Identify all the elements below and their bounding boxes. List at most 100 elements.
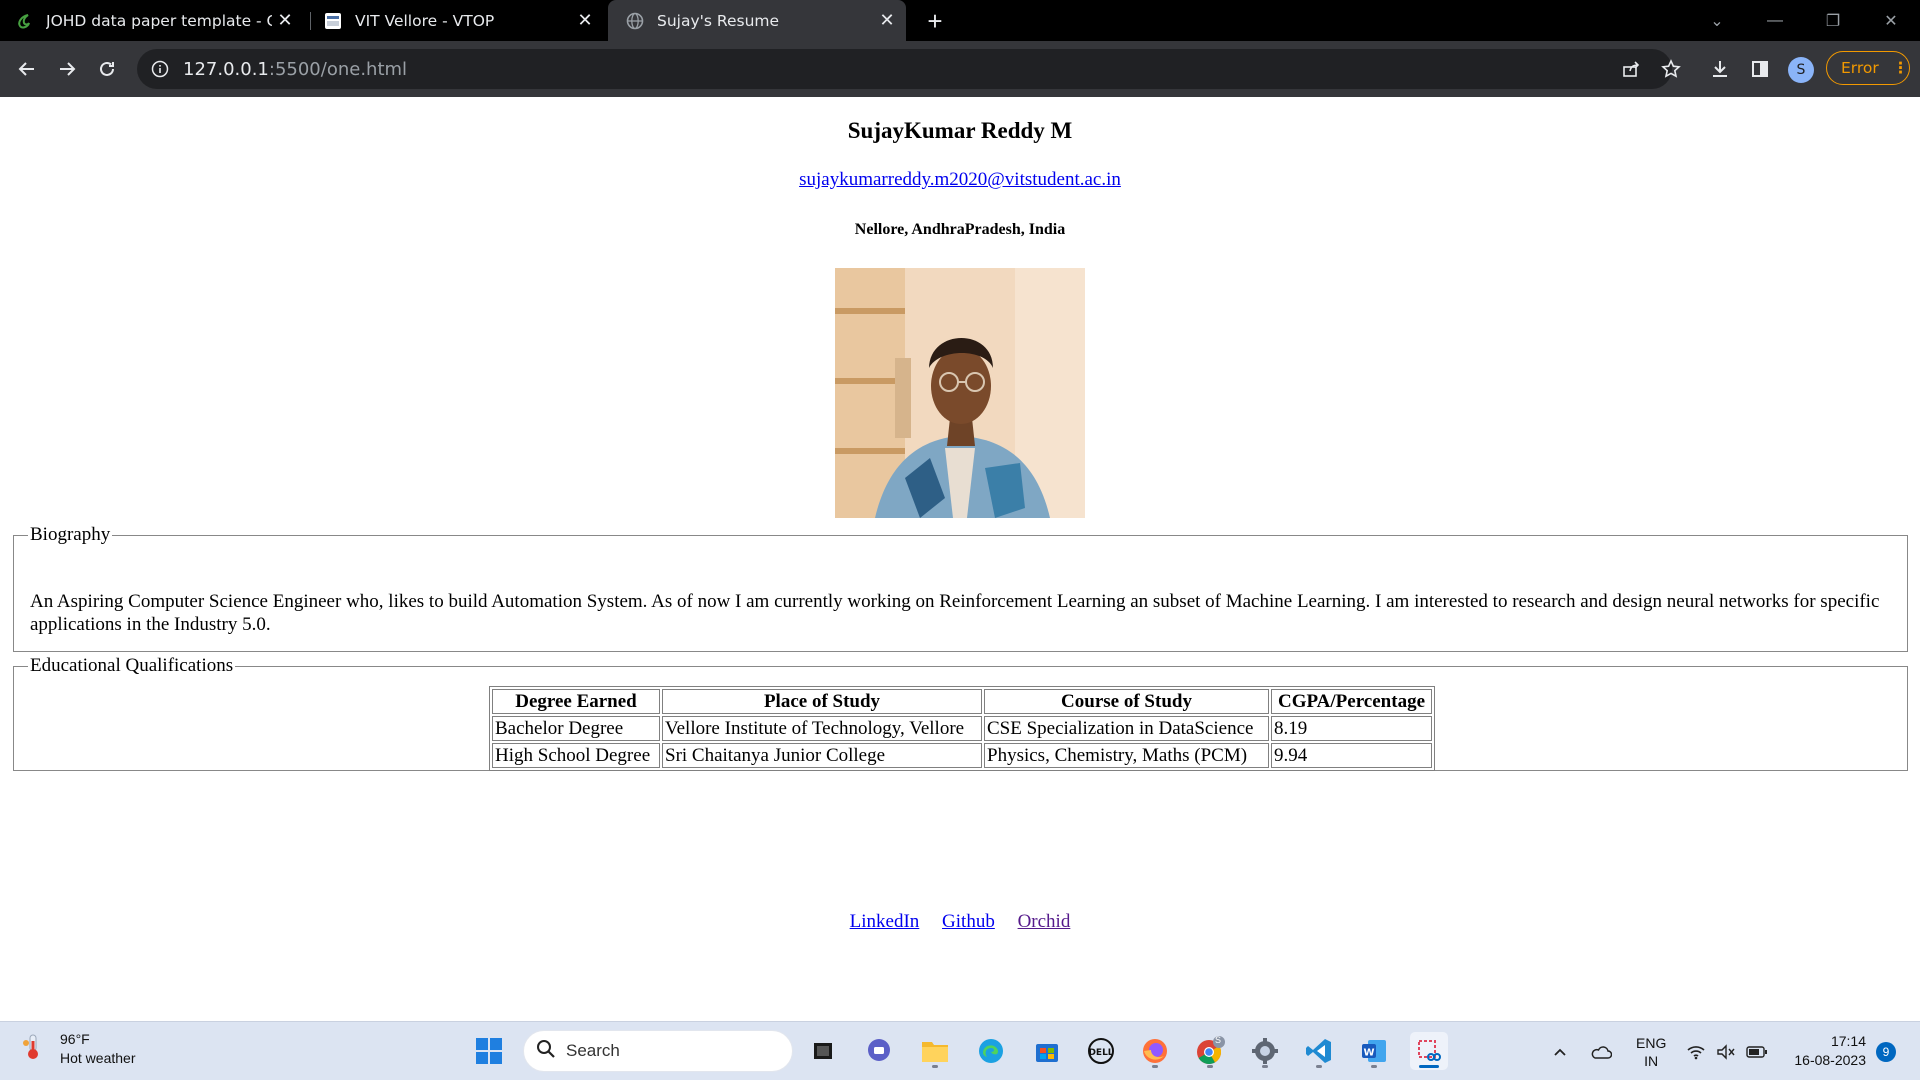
- site-info-icon[interactable]: [149, 58, 171, 80]
- battery-icon[interactable]: [1746, 1022, 1768, 1080]
- weather-widget[interactable]: 96°F Hot weather: [22, 1030, 135, 1068]
- svg-text:W: W: [1363, 1048, 1374, 1059]
- browser-toolbar: 127.0.0.1:5500/one.html S Error ⋮: [0, 41, 1920, 97]
- column-header: Place of Study: [662, 689, 982, 714]
- word-icon[interactable]: W: [1355, 1032, 1393, 1070]
- table-cell: High School Degree: [492, 743, 660, 768]
- kebab-menu-icon: ⋮: [1892, 59, 1909, 77]
- bookmark-star-icon[interactable]: [1657, 55, 1685, 83]
- tab-title: VIT Vellore - VTOP: [355, 11, 495, 30]
- taskbar-search[interactable]: Search: [523, 1030, 793, 1072]
- orchid-link[interactable]: Orchid: [1018, 911, 1071, 932]
- language-indicator[interactable]: ENG IN: [1636, 1022, 1666, 1080]
- close-tab-icon[interactable]: ✕: [272, 8, 298, 34]
- store-icon[interactable]: [1028, 1032, 1066, 1070]
- address-bar[interactable]: 127.0.0.1:5500/one.html: [137, 49, 1681, 89]
- side-panel-icon[interactable]: [1746, 55, 1774, 83]
- svg-text:DELL: DELL: [1088, 1048, 1113, 1058]
- start-button[interactable]: [470, 1032, 508, 1070]
- search-icon: [536, 1039, 556, 1064]
- vtop-icon: [323, 11, 343, 31]
- file-explorer-icon[interactable]: [916, 1032, 954, 1070]
- teams-chat-icon[interactable]: [860, 1032, 898, 1070]
- share-icon[interactable]: [1617, 55, 1645, 83]
- email-link[interactable]: sujaykumarreddy.m2020@vitstudent.ac.in: [799, 169, 1121, 190]
- weather-temp: 96°F: [60, 1031, 90, 1047]
- vscode-icon[interactable]: [1300, 1032, 1338, 1070]
- table-cell: Physics, Chemistry, Maths (PCM): [984, 743, 1269, 768]
- education-legend: Educational Qualifications: [30, 655, 234, 676]
- close-tab-icon[interactable]: ✕: [874, 8, 900, 34]
- hidden-icons-chevron[interactable]: [1552, 1022, 1568, 1080]
- chrome-profile-badge: S: [1215, 1035, 1222, 1045]
- new-tab-button[interactable]: +: [920, 6, 950, 36]
- email-line: sujaykumarreddy.m2020@vitstudent.ac.in: [0, 169, 1920, 191]
- url-path: :5500/one.html: [268, 58, 408, 80]
- search-label: Search: [566, 1041, 620, 1060]
- notification-badge[interactable]: 9: [1876, 1042, 1896, 1062]
- location: Nellore, AndhraPradesh, India: [854, 221, 1066, 238]
- restore-icon[interactable]: ❐: [1804, 0, 1862, 41]
- clock-date: 16-08-2023: [1794, 1052, 1866, 1068]
- social-links: LinkedIn Github Orchid: [0, 911, 1920, 933]
- column-header: Degree Earned: [492, 689, 660, 714]
- weather-text: 96°F Hot weather: [60, 1030, 135, 1068]
- firefox-icon[interactable]: [1136, 1032, 1174, 1070]
- tab-divider: [310, 12, 311, 30]
- table-cell: 8.19: [1271, 716, 1432, 741]
- linkedin-link[interactable]: LinkedIn: [850, 911, 920, 932]
- github-link[interactable]: Github: [942, 911, 995, 932]
- thermometer-icon: [22, 1033, 44, 1066]
- table-cell: CSE Specialization in DataScience: [984, 716, 1269, 741]
- settings-gear-icon[interactable]: [1246, 1032, 1284, 1070]
- wifi-icon[interactable]: [1686, 1022, 1706, 1080]
- globe-icon: [625, 11, 645, 31]
- tab-search-icon[interactable]: ⌄: [1688, 0, 1746, 41]
- region-code: IN: [1644, 1052, 1659, 1069]
- clock-time: 17:14: [1830, 1033, 1866, 1049]
- column-header: Course of Study: [984, 689, 1269, 714]
- error-label: Error: [1841, 59, 1879, 77]
- snipping-tool-icon[interactable]: [1410, 1032, 1448, 1070]
- column-header: CGPA/Percentage: [1271, 689, 1432, 714]
- resume-name: SujayKumar Reddy M: [847, 118, 1073, 143]
- system-clock[interactable]: 17:14 16-08-2023: [1784, 1032, 1866, 1070]
- tab-resume[interactable]: Sujay's Resume ✕: [608, 0, 906, 41]
- reload-icon[interactable]: [92, 54, 122, 84]
- weather-desc: Hot weather: [60, 1050, 136, 1066]
- volume-muted-icon[interactable]: [1716, 1022, 1736, 1080]
- chrome-icon[interactable]: S: [1191, 1032, 1229, 1070]
- biography-text: An Aspiring Computer Science Engineer wh…: [30, 591, 1880, 635]
- table-cell: 9.94: [1271, 743, 1432, 768]
- close-window-icon[interactable]: ✕: [1862, 0, 1920, 41]
- url-host: 127.0.0.1: [183, 58, 269, 80]
- task-view-icon[interactable]: [804, 1032, 842, 1070]
- table-cell: Bachelor Degree: [492, 716, 660, 741]
- minimize-icon[interactable]: —: [1746, 0, 1804, 41]
- overleaf-icon: [14, 11, 34, 31]
- profile-avatar[interactable]: S: [1788, 57, 1814, 83]
- page-content: SujayKumar Reddy M sujaykumarreddy.m2020…: [0, 97, 1920, 1021]
- tab-strip: JOHD data paper template - Onl ✕ VIT Vel…: [0, 0, 1920, 41]
- table-row: High School Degree Sri Chaitanya Junior …: [492, 743, 1432, 768]
- close-tab-icon[interactable]: ✕: [572, 8, 598, 34]
- back-icon[interactable]: [12, 54, 42, 84]
- taskbar: 96°F Hot weather Search DELL S W ENG IN …: [0, 1021, 1920, 1080]
- dell-icon[interactable]: DELL: [1082, 1032, 1120, 1070]
- biography-legend: Biography: [30, 524, 111, 545]
- tab-title: Sujay's Resume: [657, 11, 780, 30]
- error-button[interactable]: Error ⋮: [1826, 51, 1910, 85]
- profile-photo: [835, 268, 1085, 518]
- table-cell: Sri Chaitanya Junior College: [662, 743, 982, 768]
- edge-icon[interactable]: [972, 1032, 1010, 1070]
- tab-title: JOHD data paper template - Onl: [46, 11, 272, 30]
- table-header-row: Degree Earned Place of Study Course of S…: [492, 689, 1432, 714]
- table-row: Bachelor Degree Vellore Institute of Tec…: [492, 716, 1432, 741]
- window-controls: ⌄ — ❐ ✕: [1688, 0, 1920, 41]
- onedrive-icon[interactable]: [1590, 1022, 1612, 1080]
- lang-code: ENG: [1636, 1034, 1667, 1051]
- tab-vtop[interactable]: VIT Vellore - VTOP ✕: [323, 0, 604, 41]
- tab-johd[interactable]: JOHD data paper template - Onl ✕: [14, 0, 304, 41]
- download-icon[interactable]: [1706, 55, 1734, 83]
- forward-icon[interactable]: [52, 54, 82, 84]
